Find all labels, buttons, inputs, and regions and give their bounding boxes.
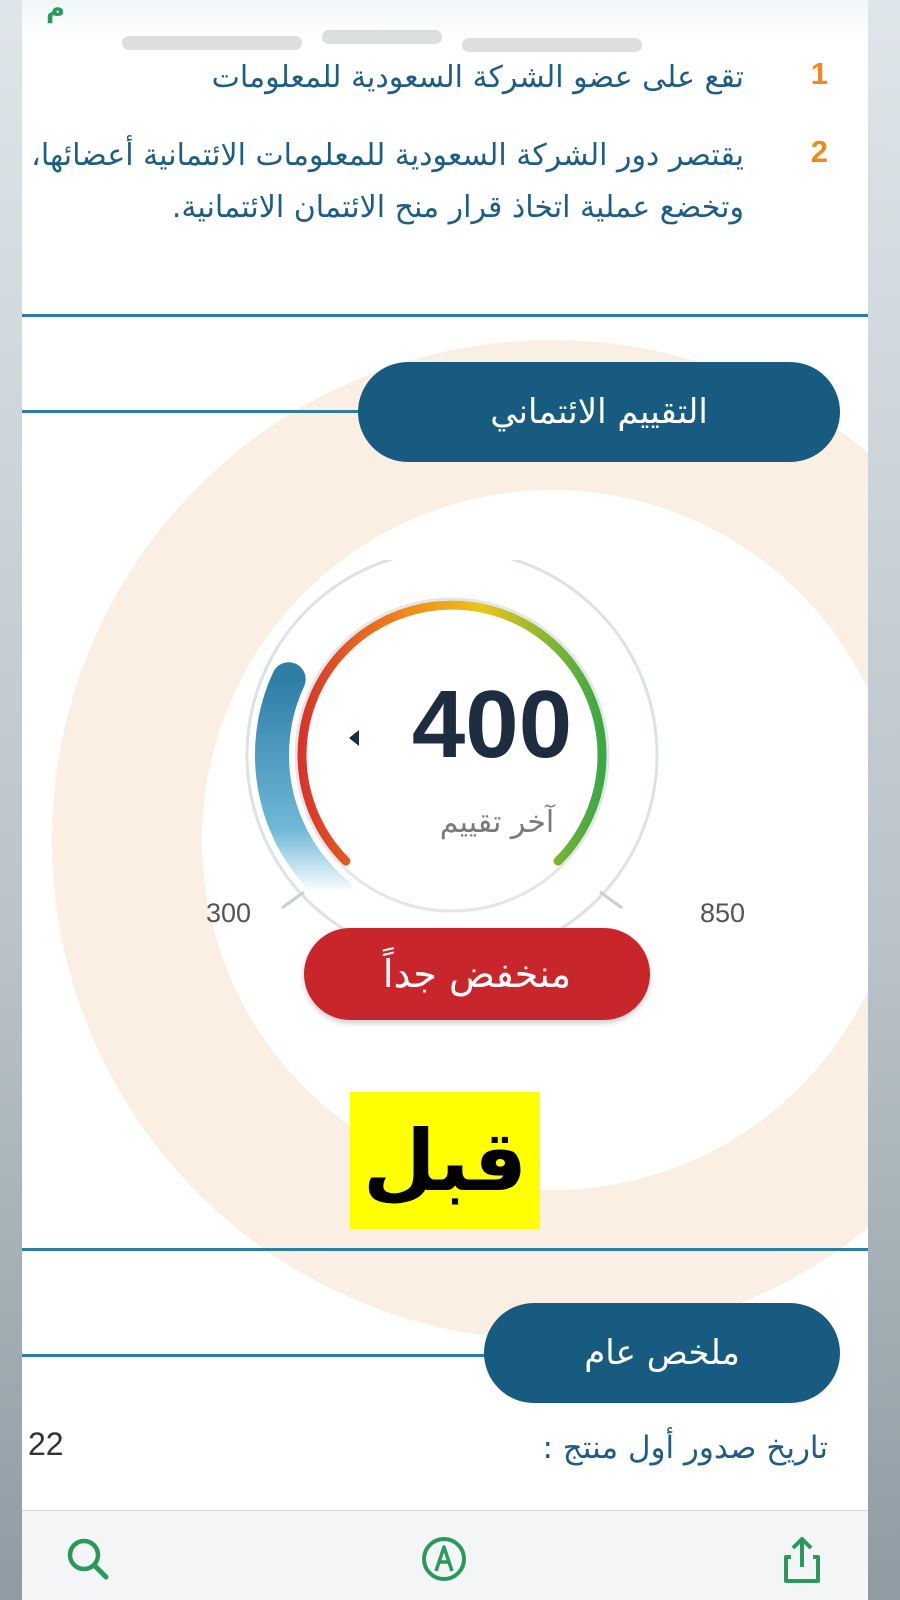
before-label-text: قبل <box>362 1111 528 1210</box>
gauge-max-label: 850 <box>700 898 746 928</box>
before-label-overlay: قبل <box>350 1092 540 1229</box>
report-page: م 1 تقع على عضو الشركة السعودية للمعلوما… <box>22 0 868 1600</box>
share-button[interactable] <box>774 1531 830 1587</box>
section-divider <box>22 1248 868 1251</box>
disclaimer-number: 2 <box>810 134 828 169</box>
gauge-min-tick <box>281 890 305 910</box>
summary-row-first-product: تاريخ صدور أول منتج : 22 <box>22 1422 868 1482</box>
section-divider <box>22 314 868 317</box>
credit-rating-title: التقييم الائتماني <box>490 392 708 432</box>
top-header-strip: م <box>22 0 868 40</box>
redaction-mark <box>122 36 302 50</box>
gauge-min-label: 300 <box>206 898 252 928</box>
credit-score-caption: آخر تقييم <box>439 805 555 840</box>
credit-score-value: 400 <box>411 671 573 778</box>
search-button[interactable] <box>60 1531 116 1587</box>
disclaimer-number: 1 <box>810 56 828 91</box>
first-product-label: تاريخ صدور أول منتج : <box>542 1430 828 1466</box>
disclaimer-item: 2 يقتصر دور الشركة السعودية للمعلومات ال… <box>22 130 868 290</box>
gauge-max-tick <box>599 890 623 910</box>
credit-rating-text: منخفض جداً <box>382 952 572 996</box>
compass-button[interactable] <box>416 1531 472 1587</box>
disclaimer-item: 1 تقع على عضو الشركة السعودية للمعلومات <box>22 52 868 130</box>
disclaimer-list: 1 تقع على عضو الشركة السعودية للمعلومات … <box>22 52 868 290</box>
redaction-mark <box>322 30 442 44</box>
search-icon <box>67 1538 109 1580</box>
share-icon <box>784 1537 820 1583</box>
credit-rating-header: التقييم الائتماني <box>358 362 840 462</box>
header-logo-fragment: م <box>46 0 66 24</box>
summary-header: ملخص عام <box>484 1303 840 1403</box>
redaction-mark <box>462 38 642 52</box>
bottom-toolbar <box>22 1510 868 1600</box>
disclaimer-text: تقع على عضو الشركة السعودية للمعلومات <box>211 60 744 95</box>
compass-icon <box>422 1537 466 1581</box>
summary-title: ملخص عام <box>584 1333 740 1373</box>
first-product-value: 22 <box>28 1426 64 1462</box>
credit-rating-badge: منخفض جداً <box>304 928 650 1020</box>
section-header-line <box>22 1354 502 1357</box>
disclaimer-text: يقتصر دور الشركة السعودية للمعلومات الائ… <box>31 138 744 225</box>
